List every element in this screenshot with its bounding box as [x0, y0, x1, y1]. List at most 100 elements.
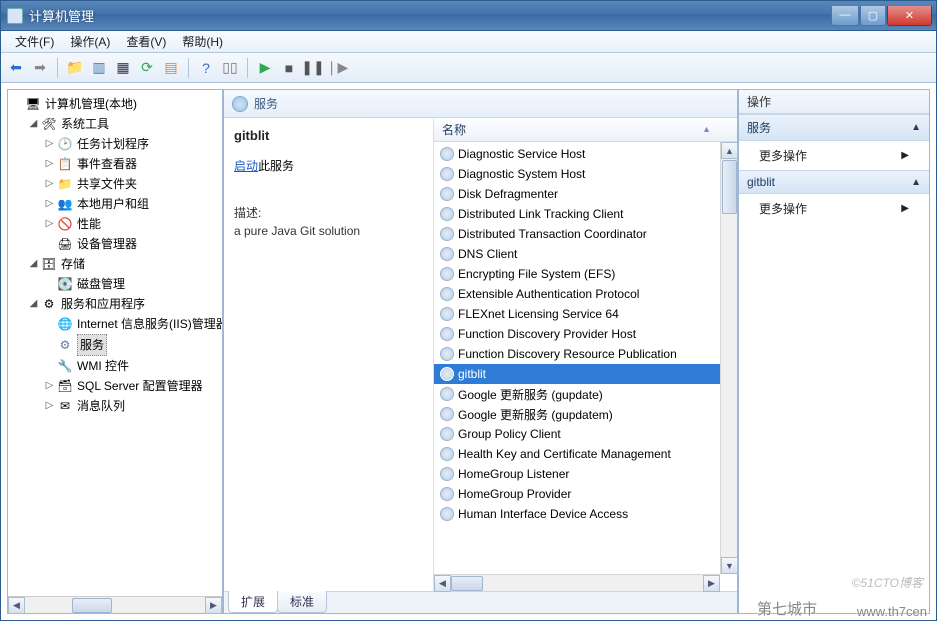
start-service-link[interactable]: 启动 [234, 159, 258, 173]
tree-wmi[interactable]: WMI 控件 [77, 356, 129, 376]
service-row[interactable]: DNS Client [434, 244, 737, 264]
gear-icon [440, 427, 454, 441]
service-row[interactable]: HomeGroup Provider [434, 484, 737, 504]
scroll-right-icon[interactable]: ▶ [703, 575, 720, 592]
actions-header: 操作 [739, 90, 929, 114]
service-row[interactable]: Extensible Authentication Protocol [434, 284, 737, 304]
properties-button[interactable]: ▦ [112, 57, 134, 79]
gear-icon [440, 407, 454, 421]
service-row[interactable]: Group Policy Client [434, 424, 737, 444]
service-row[interactable]: Diagnostic System Host [434, 164, 737, 184]
start-service-suffix: 此服务 [258, 159, 294, 173]
scroll-thumb[interactable] [72, 598, 112, 613]
gear-icon [440, 147, 454, 161]
expand-icon[interactable]: ▷ [44, 199, 55, 210]
actions-more-1[interactable]: 更多操作 ▶ [739, 141, 929, 170]
scroll-left-icon[interactable]: ◀ [434, 575, 451, 592]
service-row[interactable]: FLEXnet Licensing Service 64 [434, 304, 737, 324]
menu-action[interactable]: 操作(A) [62, 30, 118, 53]
center-header-title: 服务 [254, 95, 278, 112]
service-row[interactable]: Distributed Link Tracking Client [434, 204, 737, 224]
expand-icon[interactable]: ▷ [44, 159, 55, 170]
users-icon: 👥 [57, 196, 73, 212]
menu-view[interactable]: 查看(V) [118, 30, 174, 53]
stop-button[interactable]: ■ [278, 57, 300, 79]
expand-icon[interactable]: ▷ [44, 139, 55, 150]
tree-disk-mgmt[interactable]: 磁盘管理 [77, 274, 125, 294]
menu-file[interactable]: 文件(F) [7, 30, 62, 53]
forward-button[interactable]: ➡ [29, 57, 51, 79]
scroll-up-icon[interactable]: ▲ [721, 142, 738, 159]
service-row[interactable]: Health Key and Certificate Management [434, 444, 737, 464]
tree-event-viewer[interactable]: 事件查看器 [77, 154, 137, 174]
tab-extended[interactable]: 扩展 [228, 591, 278, 613]
tree-services[interactable]: 服务 [77, 334, 107, 356]
service-row-label: Health Key and Certificate Management [458, 447, 671, 461]
help-button[interactable]: ? [195, 57, 217, 79]
service-row[interactable]: HomeGroup Listener [434, 464, 737, 484]
menu-help[interactable]: 帮助(H) [174, 30, 231, 53]
service-row[interactable]: Human Interface Device Access [434, 504, 737, 524]
service-row[interactable]: Function Discovery Provider Host [434, 324, 737, 344]
list-header[interactable]: 名称▴ [434, 118, 737, 142]
tree-sqlserver[interactable]: SQL Server 配置管理器 [77, 376, 203, 396]
scroll-down-icon[interactable]: ▼ [721, 557, 738, 574]
tree-iis[interactable]: Internet 信息服务(IIS)管理器 [77, 314, 222, 334]
tree-hscrollbar[interactable]: ◀ ▶ [8, 596, 222, 613]
service-row[interactable]: Diagnostic Service Host [434, 144, 737, 164]
toolbar: ⬅ ➡ 📁 ▥ ▦ ⟳ ▤ ? ▯▯ ▶ ■ ❚❚ ❘▶ [1, 53, 936, 83]
tree-local-users[interactable]: 本地用户和组 [77, 194, 149, 214]
tree-system-tools[interactable]: 系统工具 [61, 114, 109, 134]
scroll-thumb[interactable] [451, 576, 483, 591]
service-row[interactable]: Encrypting File System (EFS) [434, 264, 737, 284]
expand-icon[interactable]: ▷ [44, 401, 55, 412]
tab-standard[interactable]: 标准 [277, 591, 327, 613]
expand-icon[interactable]: ▷ [44, 381, 55, 392]
tree-device-manager[interactable]: 设备管理器 [77, 234, 137, 254]
list-vscrollbar[interactable]: ▲ ▼ [720, 142, 737, 574]
back-button[interactable]: ⬅ [5, 57, 27, 79]
maximize-button[interactable]: ▢ [860, 6, 886, 26]
tree-root[interactable]: 计算机管理(本地) [45, 94, 137, 114]
collapse-icon[interactable]: ◢ [28, 119, 39, 130]
expand-icon[interactable]: ▷ [44, 219, 55, 230]
tree-performance[interactable]: 性能 [77, 214, 101, 234]
storage-icon: 🗄 [41, 256, 57, 272]
actions-section-services[interactable]: 服务 ▲ [739, 114, 929, 141]
service-row[interactable]: Google 更新服务 (gupdatem) [434, 404, 737, 424]
list-body[interactable]: Diagnostic Service HostDiagnostic System… [434, 142, 737, 574]
show-hide-tree-button[interactable]: ▥ [88, 57, 110, 79]
tree-task-scheduler[interactable]: 任务计划程序 [77, 134, 149, 154]
collapse-icon[interactable]: ◢ [28, 259, 39, 270]
actions-more-2[interactable]: 更多操作 ▶ [739, 194, 929, 223]
tree-msmq[interactable]: 消息队列 [77, 396, 125, 416]
close-button[interactable]: ✕ [887, 6, 932, 26]
expand-icon[interactable] [12, 99, 23, 110]
nav-tree[interactable]: 🖥计算机管理(本地) ◢🛠系统工具 ▷🕑任务计划程序 ▷📋事件查看器 ▷📁共享文… [8, 90, 222, 596]
up-icon[interactable]: 📁 [64, 57, 86, 79]
scroll-left-icon[interactable]: ◀ [8, 597, 25, 614]
pause-button[interactable]: ❚❚ [302, 57, 324, 79]
play-button[interactable]: ▶ [254, 57, 276, 79]
service-row[interactable]: Google 更新服务 (gupdate) [434, 384, 737, 404]
tree-storage[interactable]: 存储 [61, 254, 85, 274]
service-row[interactable]: gitblit [434, 364, 737, 384]
expand-icon[interactable]: ▷ [44, 179, 55, 190]
services-header-icon [232, 96, 248, 112]
scroll-right-icon[interactable]: ▶ [205, 597, 222, 614]
actions-section-gitblit[interactable]: gitblit ▲ [739, 170, 929, 194]
scroll-thumb[interactable] [722, 160, 737, 214]
service-row[interactable]: Function Discovery Resource Publication [434, 344, 737, 364]
tree-shared-folders[interactable]: 共享文件夹 [77, 174, 137, 194]
list-hscrollbar[interactable]: ◀ ▶ [434, 574, 720, 591]
export-button[interactable]: ▤ [160, 57, 182, 79]
restart-button[interactable]: ❘▶ [326, 57, 348, 79]
service-row[interactable]: Disk Defragmenter [434, 184, 737, 204]
snapin-button[interactable]: ▯▯ [219, 57, 241, 79]
collapse-icon[interactable]: ◢ [28, 299, 39, 310]
tree-services-apps[interactable]: 服务和应用程序 [61, 294, 145, 314]
column-name[interactable]: 名称 [442, 121, 466, 138]
minimize-button[interactable]: — [831, 6, 859, 26]
refresh-button[interactable]: ⟳ [136, 57, 158, 79]
service-row[interactable]: Distributed Transaction Coordinator [434, 224, 737, 244]
